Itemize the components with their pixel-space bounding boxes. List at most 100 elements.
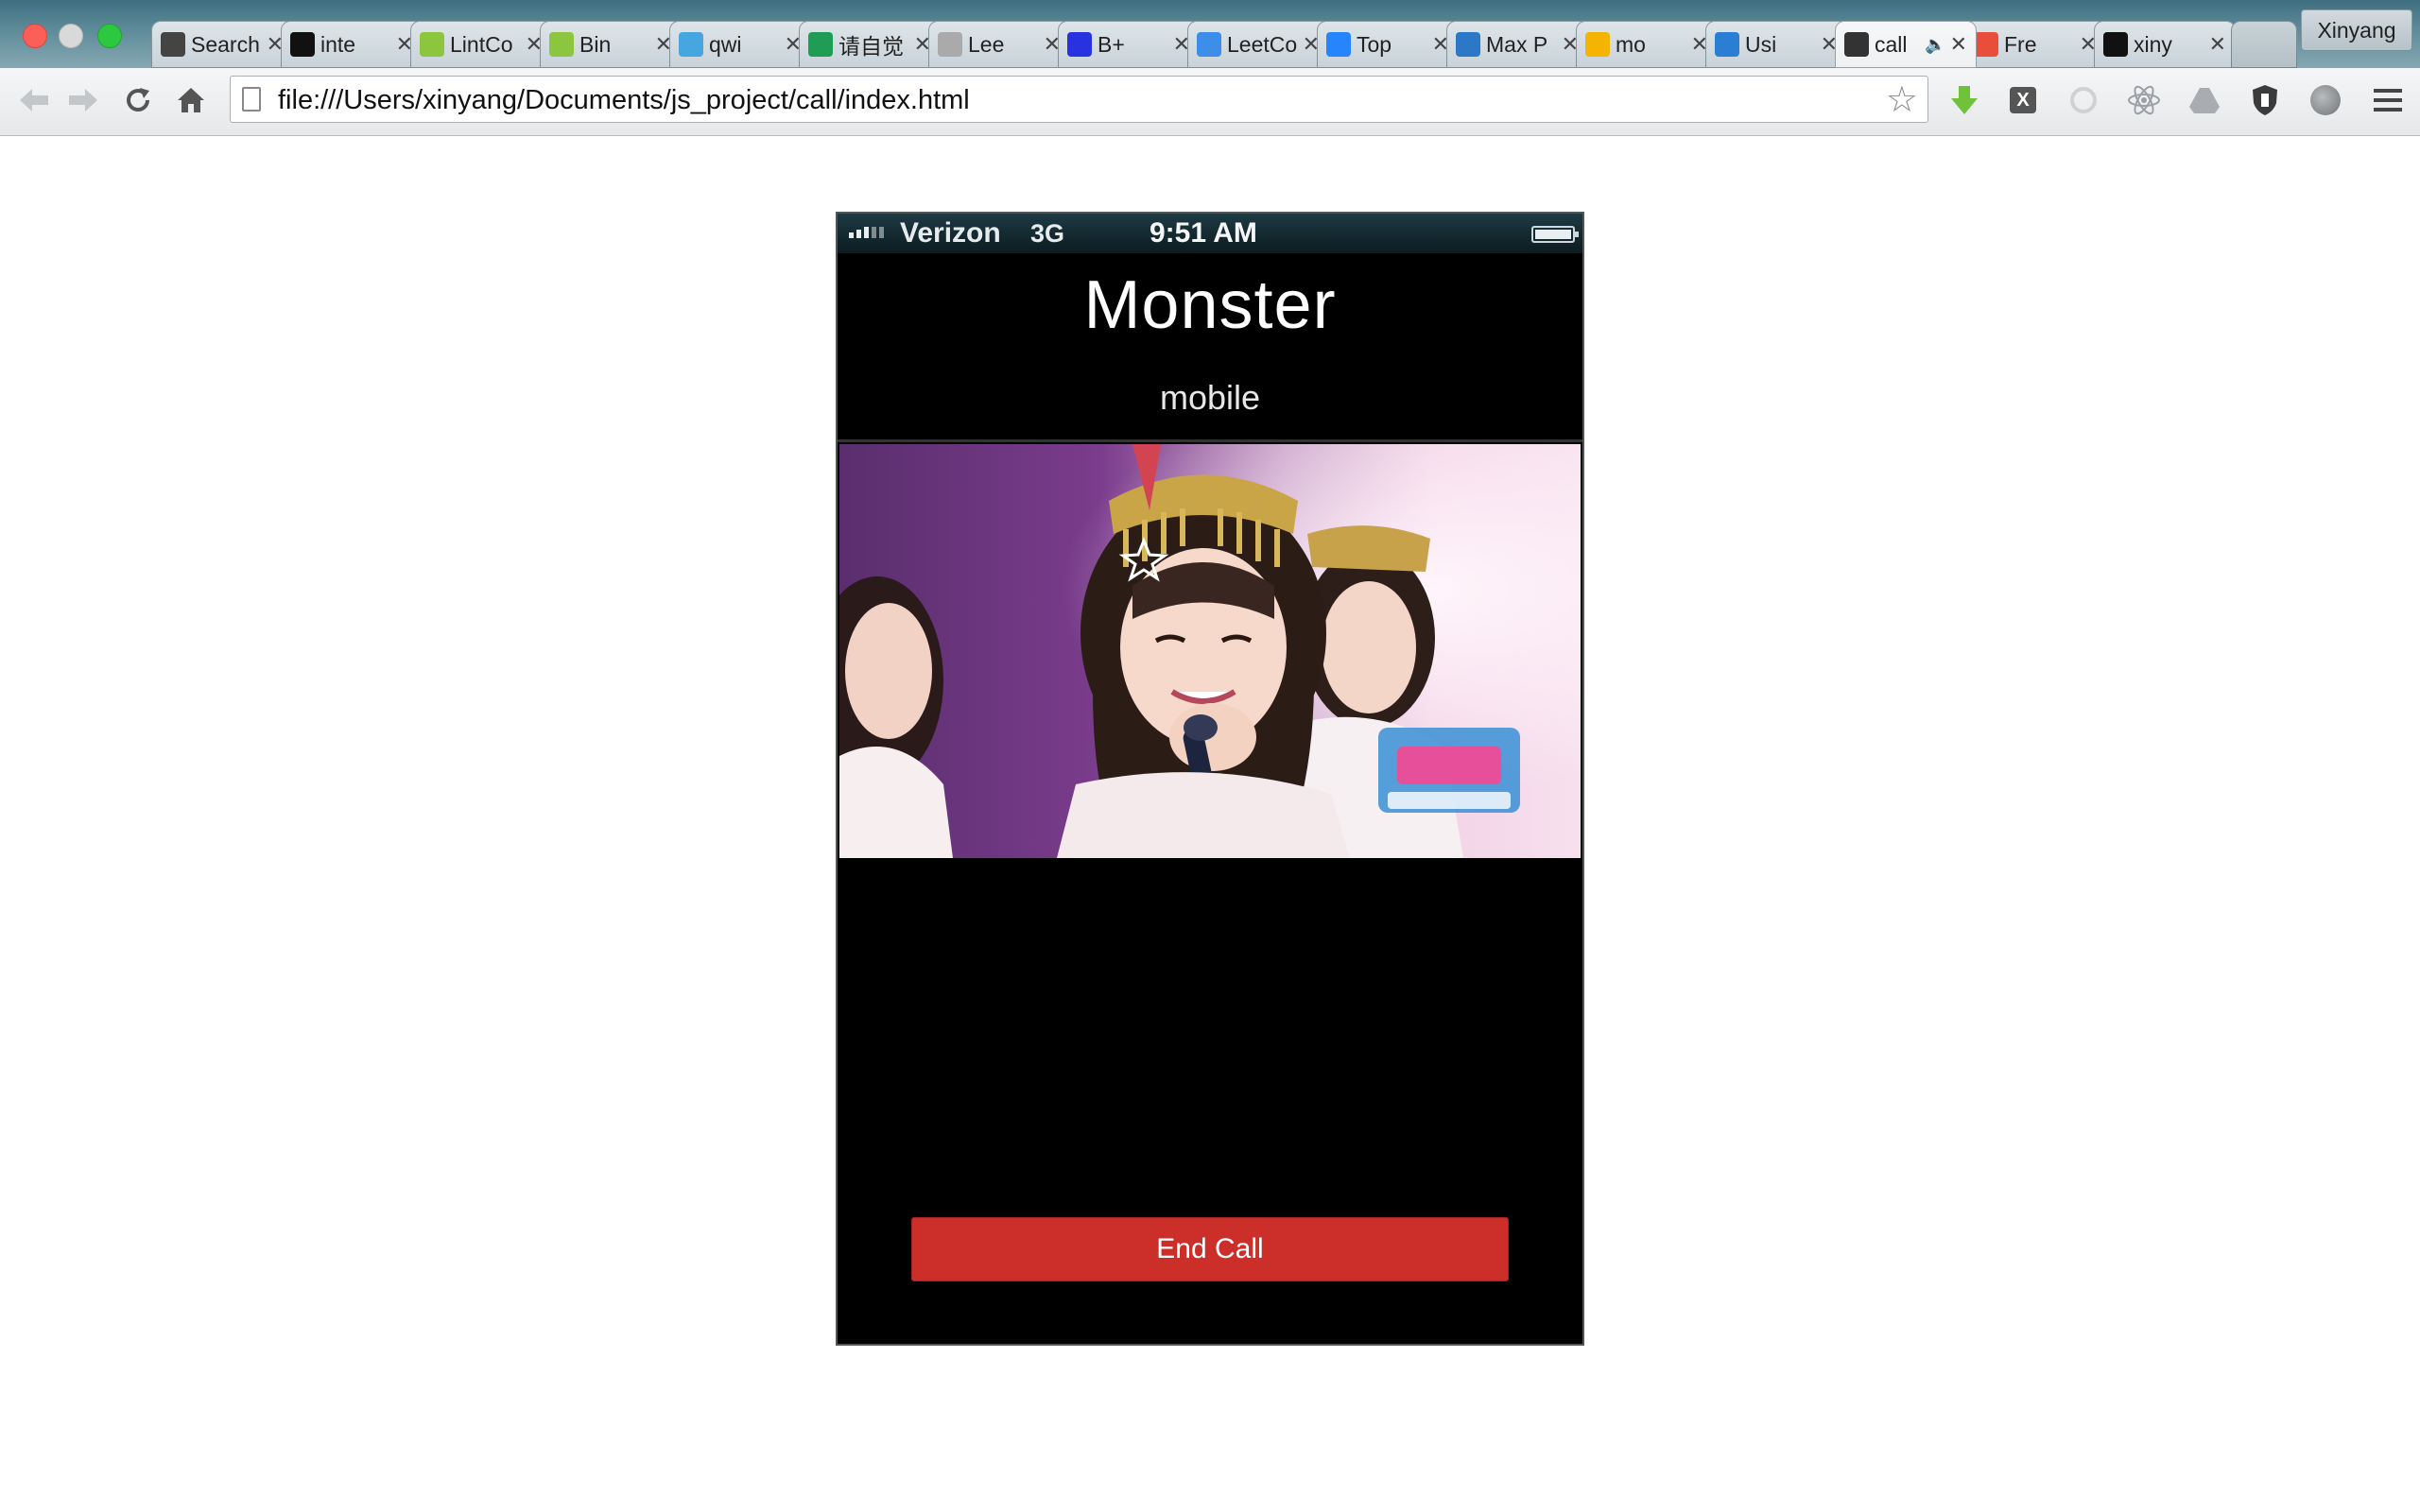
- tab-title: B+: [1098, 31, 1125, 57]
- window-minimize-button[interactable]: [59, 24, 83, 48]
- caller-header: Monster mobile: [838, 253, 1582, 442]
- tab-title: Bin: [579, 31, 612, 57]
- browser-tab[interactable]: call 🔈 ✕: [1835, 21, 1977, 68]
- browser-tab[interactable]: Usi ✕: [1705, 21, 1847, 68]
- tab-title: inte: [320, 31, 356, 57]
- tab-title: Top: [1357, 31, 1392, 57]
- sync-icon: [2070, 87, 2097, 113]
- caller-number-label: mobile: [1159, 378, 1261, 417]
- cloud-icon: [679, 32, 703, 57]
- phone-frame: Verizon 3G 9:51 AM Monster mobile End Ca…: [836, 212, 1584, 1346]
- github-icon: [290, 32, 315, 57]
- profile-button[interactable]: Xinyang: [2301, 9, 2412, 51]
- x-extension-button[interactable]: X: [2004, 81, 2042, 119]
- status-time: 9:51 AM: [1150, 217, 1257, 249]
- baidu-paw-icon: [1067, 32, 1092, 57]
- react-devtools-button[interactable]: [2125, 81, 2163, 119]
- tab-title: qwi: [709, 31, 742, 57]
- battery-icon: [1531, 226, 1579, 243]
- shield-icon: [2253, 85, 2277, 115]
- browser-tab[interactable]: Search ✕: [151, 21, 293, 68]
- tab-title: Max P: [1486, 31, 1548, 57]
- reload-icon: [127, 88, 149, 112]
- dropbox-icon: [1197, 32, 1221, 57]
- browser-tab[interactable]: LeetCo ✕: [1187, 21, 1329, 68]
- tab-title: call: [1875, 31, 1908, 57]
- browser-tab[interactable]: xiny ✕: [2094, 21, 2236, 68]
- close-tab-icon[interactable]: ✕: [1950, 32, 1967, 57]
- download-arrow-icon: [1951, 86, 1978, 114]
- chrome-menu-button[interactable]: [2369, 81, 2407, 119]
- tab-title: Search: [191, 31, 260, 57]
- tab-title: Usi: [1745, 31, 1777, 57]
- browser-tab[interactable]: Lee ✕: [928, 21, 1070, 68]
- browser-tab[interactable]: mo ✕: [1576, 21, 1718, 68]
- image-icon: [938, 32, 962, 57]
- bookmark-star-icon[interactable]: ☆: [1886, 78, 1918, 121]
- browser-tab[interactable]: inte ✕: [281, 21, 423, 68]
- caller-photo: [839, 444, 1581, 858]
- browser-chrome: Search ✕ inte ✕ LintCo ✕ Bin ✕ qwi ✕ 请自觉 ✕ Lee ✕ B+ ✕ Le…: [0, 0, 2420, 136]
- close-tab-icon[interactable]: ✕: [2209, 32, 2226, 57]
- tab-title: mo: [1616, 31, 1646, 57]
- signal-strength-icon: [849, 227, 884, 238]
- arrow-right-icon: [69, 89, 97, 112]
- browser-tab[interactable]: Max P ✕: [1446, 21, 1588, 68]
- lintcode-icon: [420, 32, 444, 57]
- home-icon: [178, 88, 204, 112]
- forward-button[interactable]: [64, 81, 102, 119]
- tab-title: Fre: [2004, 31, 2037, 57]
- phone-status-bar: Verizon 3G 9:51 AM: [838, 214, 1582, 253]
- chat-icon: [1715, 32, 1739, 57]
- browser-tab[interactable]: qwi ✕: [669, 21, 811, 68]
- jira-icon: [1326, 32, 1351, 57]
- react-atom-icon: [2128, 85, 2160, 115]
- browser-tab[interactable]: Bin ✕: [540, 21, 682, 68]
- tab-title: 请自觉: [838, 34, 904, 59]
- caller-video-feed: [839, 444, 1581, 858]
- browser-tab[interactable]: B+ ✕: [1058, 21, 1200, 68]
- new-tab-button[interactable]: [2231, 21, 2297, 68]
- grid-icon: [1974, 32, 1998, 57]
- caller-name: Monster: [1083, 267, 1337, 343]
- audio-playing-icon[interactable]: 🔈: [1925, 35, 1945, 55]
- browser-tab[interactable]: Top ✕: [1317, 21, 1459, 68]
- url-text[interactable]: file:///Users/xinyang/Documents/js_proje…: [278, 85, 970, 116]
- arrow-left-icon: [20, 89, 48, 112]
- hamburger-menu-icon: [2374, 89, 2402, 112]
- sheet-icon: [808, 32, 833, 57]
- browser-toolbar: file:///Users/xinyang/Documents/js_proje…: [0, 68, 2420, 136]
- tab-title: LeetCo: [1227, 31, 1298, 57]
- speaker-icon: [1844, 32, 1869, 57]
- browser-tab[interactable]: LintCo ✕: [410, 21, 552, 68]
- browser-tab[interactable]: Fre ✕: [1964, 21, 2106, 68]
- network-type: 3G: [1030, 219, 1065, 248]
- x-box-icon: X: [2010, 87, 2036, 113]
- back-button[interactable]: [15, 81, 53, 119]
- drive-triangle-icon: [2189, 88, 2220, 113]
- tab-title: xiny: [2134, 31, 2172, 57]
- shield-extension-button[interactable]: [2246, 81, 2284, 119]
- window-close-button[interactable]: [23, 24, 47, 48]
- drive-extension-button[interactable]: [2186, 81, 2223, 119]
- github-icon: [2103, 32, 2128, 57]
- reload-button[interactable]: [119, 81, 157, 119]
- tab-title: Lee: [968, 31, 1005, 57]
- tab-strip: Search ✕ inte ✕ LintCo ✕ Bin ✕ qwi ✕ 请自觉 ✕ Lee ✕ B+ ✕ Le…: [0, 0, 2420, 68]
- tab-title: LintCo: [450, 31, 513, 57]
- compass-icon: [1456, 32, 1480, 57]
- download-extension-button[interactable]: [1945, 81, 1983, 119]
- browser-tab[interactable]: 请自觉 ✕: [799, 21, 941, 68]
- book-icon: [161, 32, 185, 57]
- window-maximize-button[interactable]: [97, 24, 122, 48]
- drive-icon: [1585, 32, 1610, 57]
- globe-extension-button[interactable]: [2307, 81, 2344, 119]
- lintcode-icon: [549, 32, 574, 57]
- end-call-button[interactable]: End Call: [911, 1217, 1509, 1281]
- globe-icon: [2310, 85, 2341, 115]
- sync-extension-button[interactable]: [2065, 81, 2102, 119]
- address-bar[interactable]: file:///Users/xinyang/Documents/js_proje…: [230, 76, 1928, 123]
- carrier-name: Verizon: [900, 217, 1001, 249]
- home-button[interactable]: [172, 81, 210, 119]
- page-icon: [242, 87, 261, 112]
